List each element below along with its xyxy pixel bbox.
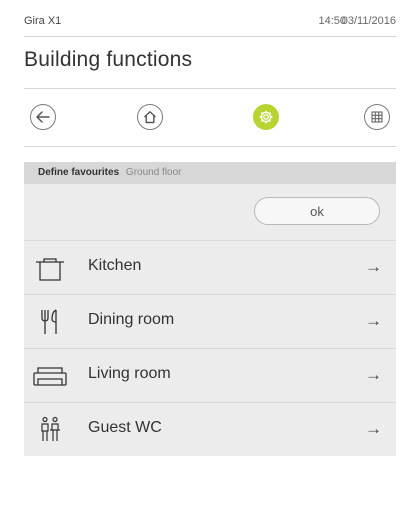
section-label: Define favourites <box>38 167 120 178</box>
room-item-living-room[interactable]: Living room → <box>24 349 396 403</box>
nav-divider <box>24 146 396 147</box>
room-label: Dining room <box>88 311 175 328</box>
section-sublabel: Ground floor <box>125 167 182 178</box>
room-list: Kitchen → Dining room → Living room → Gu… <box>24 240 396 457</box>
room-item-guest-wc[interactable]: Guest WC → <box>24 403 396 457</box>
ok-button[interactable]: ok <box>254 197 380 225</box>
house-icon <box>144 111 156 124</box>
title-divider <box>24 88 396 89</box>
arrow-right-icon: → <box>365 311 382 330</box>
section-header: Define favourites Ground floor <box>24 162 396 184</box>
home-button[interactable] <box>137 104 163 130</box>
nav-bar <box>24 98 396 136</box>
page-title: Building functions <box>24 48 193 71</box>
sofa-icon <box>33 367 67 386</box>
grid-button[interactable] <box>364 104 390 130</box>
ok-area: ok <box>24 184 396 240</box>
arrow-right-icon: → <box>365 419 382 438</box>
cutlery-icon <box>41 309 57 334</box>
cooking-pot-icon <box>36 258 64 281</box>
back-button[interactable] <box>30 104 56 130</box>
empty-area <box>24 456 396 506</box>
status-date: 03/11/2016 <box>341 15 396 27</box>
room-label: Guest WC <box>88 419 162 436</box>
device-name: Gira X1 <box>24 15 62 27</box>
arrow-left-icon <box>36 111 50 123</box>
room-label: Living room <box>88 365 171 382</box>
room-item-dining-room[interactable]: Dining room → <box>24 295 396 349</box>
wc-icon <box>41 416 60 441</box>
top-divider <box>24 36 396 37</box>
arrow-right-icon: → <box>365 365 382 384</box>
grid-icon <box>371 111 383 123</box>
gear-icon <box>259 110 273 124</box>
status-bar: Gira X1 14:50 03/11/2016 <box>24 12 396 32</box>
settings-button[interactable] <box>253 104 279 130</box>
room-item-kitchen[interactable]: Kitchen → <box>24 240 396 295</box>
arrow-right-icon: → <box>365 257 382 276</box>
room-label: Kitchen <box>88 257 142 274</box>
